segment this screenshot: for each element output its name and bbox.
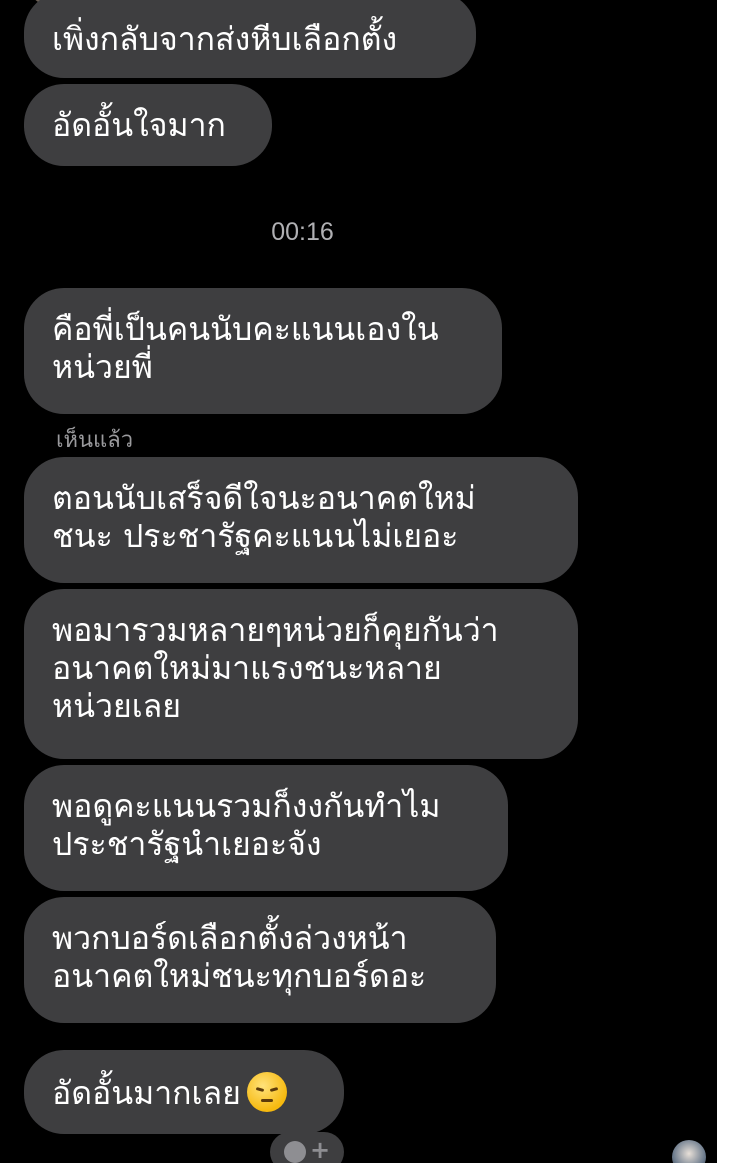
message-text: คือพี่เป็นคนนับคะแนนเองใน — [52, 310, 439, 348]
smiley-icon — [284, 1141, 306, 1163]
message-text: ตอนนับเสร็จดีใจนะอนาคตใหม่ — [52, 479, 476, 517]
message-text: หน่วยเลย — [52, 687, 181, 725]
message-bubble[interactable]: พอดูคะแนนรวมก็งงกันทำไม ประชารัฐนำเยอะจั… — [24, 765, 508, 891]
message-text: พอดูคะแนนรวมก็งงกันทำไม — [52, 787, 441, 825]
disappointed-face-icon — [246, 1072, 287, 1112]
chat-thread: เพิ่งกลับจากส่งหีบเลือกตั้ง อัดอั้นใจมาก… — [0, 0, 717, 1163]
message-text: อนาคตใหม่ชนะทุกบอร์ดอะ — [52, 957, 427, 995]
plus-icon: + — [310, 1136, 331, 1163]
message-text: พอมารวมหลายๆหน่วยก็คุยกันว่า — [52, 611, 499, 649]
message-text: ประชารัฐนำเยอะจัง — [52, 825, 322, 863]
message-bubble[interactable]: อัดอั้นใจมาก — [24, 84, 272, 166]
message-bubble[interactable]: พอมารวมหลายๆหน่วยก็คุยกันว่า อนาคตใหม่มา… — [24, 589, 578, 759]
message-bubble[interactable]: เพิ่งกลับจากส่งหีบเลือกตั้ง — [24, 0, 476, 78]
message-text: ชนะ ประชารัฐคะแนนไม่เยอะ — [52, 517, 459, 555]
right-margin — [717, 0, 749, 1163]
message-text: เพิ่งกลับจากส่งหีบเลือกตั้ง — [52, 20, 398, 58]
add-reaction-button[interactable]: + — [270, 1132, 344, 1163]
message-bubble[interactable]: คือพี่เป็นคนนับคะแนนเองใน หน่วยพี่ — [24, 288, 502, 414]
message-timestamp: 00:16 — [271, 218, 334, 246]
message-bubble[interactable]: พวกบอร์ดเลือกตั้งล่วงหน้า อนาคตใหม่ชนะทุ… — [24, 897, 496, 1023]
message-text: พวกบอร์ดเลือกตั้งล่วงหน้า — [52, 919, 408, 957]
message-text: อนาคตใหม่มาแรงชนะหลาย — [52, 649, 442, 687]
read-receipt-avatar — [672, 1140, 706, 1163]
message-text: อัดอั้นใจมาก — [52, 106, 226, 144]
message-bubble[interactable]: อัดอั้นมากเลย — [24, 1050, 344, 1134]
seen-indicator: เห็นแล้ว — [56, 428, 134, 453]
message-text: หน่วยพี่ — [52, 348, 153, 386]
message-bubble[interactable]: ตอนนับเสร็จดีใจนะอนาคตใหม่ ชนะ ประชารัฐค… — [24, 457, 578, 583]
message-text: อัดอั้นมากเลย — [52, 1074, 241, 1112]
